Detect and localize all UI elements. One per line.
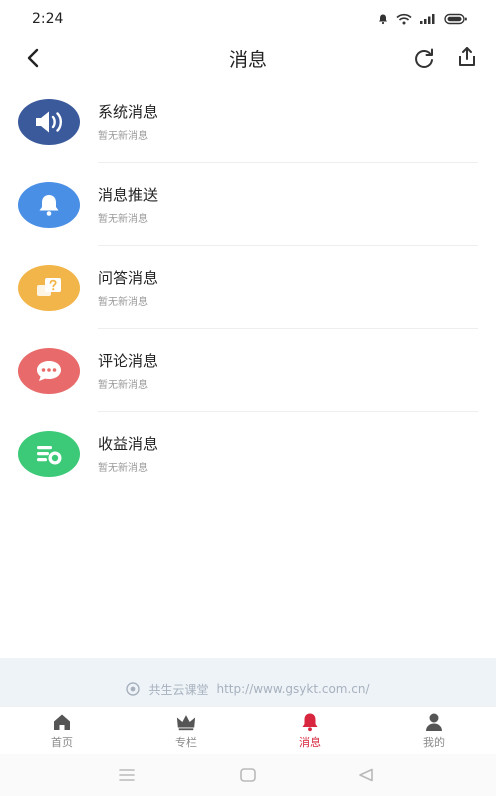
message-item-comment[interactable]: 评论消息 暂无新消息 [0, 329, 496, 412]
tab-bar: 首页 专栏 消息 我的 [0, 706, 496, 754]
chevron-left-icon [24, 47, 42, 69]
signal-icon [419, 13, 437, 25]
menu-button[interactable] [116, 765, 138, 785]
status-time: 2:24 [32, 11, 64, 27]
status-icons [377, 13, 468, 25]
message-subtitle: 暂无新消息 [98, 297, 148, 308]
home-icon [52, 712, 72, 732]
wifi-icon [396, 13, 412, 25]
message-title: 消息推送 [98, 186, 159, 204]
message-subtitle: 暂无新消息 [98, 380, 148, 391]
refresh-icon [412, 46, 436, 70]
share-icon [455, 45, 479, 69]
battery-icon [444, 13, 468, 25]
bell-icon [36, 192, 62, 218]
message-item-system[interactable]: 系统消息 暂无新消息 [0, 80, 496, 163]
home-square-icon [239, 767, 257, 783]
bell-icon [300, 712, 320, 732]
tab-home[interactable]: 首页 [0, 707, 124, 755]
message-badge [18, 99, 80, 145]
earnings-icon [33, 441, 65, 467]
back-triangle-icon [357, 767, 375, 783]
page-title: 消息 [228, 49, 267, 71]
message-item-qa[interactable]: 问答消息 暂无新消息 [0, 246, 496, 329]
tab-label: 我的 [423, 736, 445, 749]
person-icon [424, 712, 444, 732]
menu-icon [118, 768, 136, 782]
message-title: 评论消息 [98, 352, 159, 370]
tab-column[interactable]: 专栏 [124, 707, 248, 755]
status-bar: 2:24 [0, 0, 496, 38]
message-title: 收益消息 [98, 435, 159, 453]
footer-brand: 共生云课堂 [148, 682, 209, 697]
refresh-button[interactable] [411, 45, 437, 71]
home-nav-button[interactable] [237, 765, 259, 785]
back-nav-button[interactable] [355, 765, 377, 785]
message-list: 系统消息 暂无新消息 消息推送 暂无新消息 问答消息 暂无新消息 评论消息 暂无… [0, 80, 496, 495]
system-nav-bar [0, 754, 496, 796]
crown-icon [176, 712, 196, 732]
message-item-earnings[interactable]: 收益消息 暂无新消息 [0, 412, 496, 495]
tab-messages[interactable]: 消息 [248, 707, 372, 755]
footer-url[interactable]: http://www.gsykt.com.cn/ [216, 682, 369, 696]
back-button[interactable] [20, 44, 46, 72]
tab-label: 专栏 [175, 736, 197, 749]
footer-credit: 共生云课堂 http://www.gsykt.com.cn/ [0, 681, 496, 697]
message-badge [18, 265, 80, 311]
tab-label: 首页 [51, 736, 73, 749]
tab-profile[interactable]: 我的 [372, 707, 496, 755]
question-card-icon [33, 275, 65, 301]
message-subtitle: 暂无新消息 [98, 214, 148, 225]
footer-band: 共生云课堂 http://www.gsykt.com.cn/ [0, 658, 496, 706]
message-badge [18, 431, 80, 477]
message-badge [18, 182, 80, 228]
notification-icon [377, 13, 389, 25]
message-badge [18, 348, 80, 394]
messages-screen: 2:24 消息 系统消息 暂无新消息 消息推送 暂无新消息 问答消息 暂无新消息… [0, 0, 496, 796]
speaker-icon [33, 109, 65, 135]
message-title: 问答消息 [98, 269, 159, 287]
share-button[interactable] [454, 44, 480, 70]
message-title: 系统消息 [98, 103, 159, 121]
app-header: 消息 [0, 38, 496, 80]
message-item-push[interactable]: 消息推送 暂无新消息 [0, 163, 496, 246]
comment-icon [34, 358, 64, 384]
tab-label: 消息 [299, 736, 321, 749]
message-subtitle: 暂无新消息 [98, 463, 148, 474]
message-subtitle: 暂无新消息 [98, 131, 148, 142]
logo-icon [126, 682, 141, 696]
